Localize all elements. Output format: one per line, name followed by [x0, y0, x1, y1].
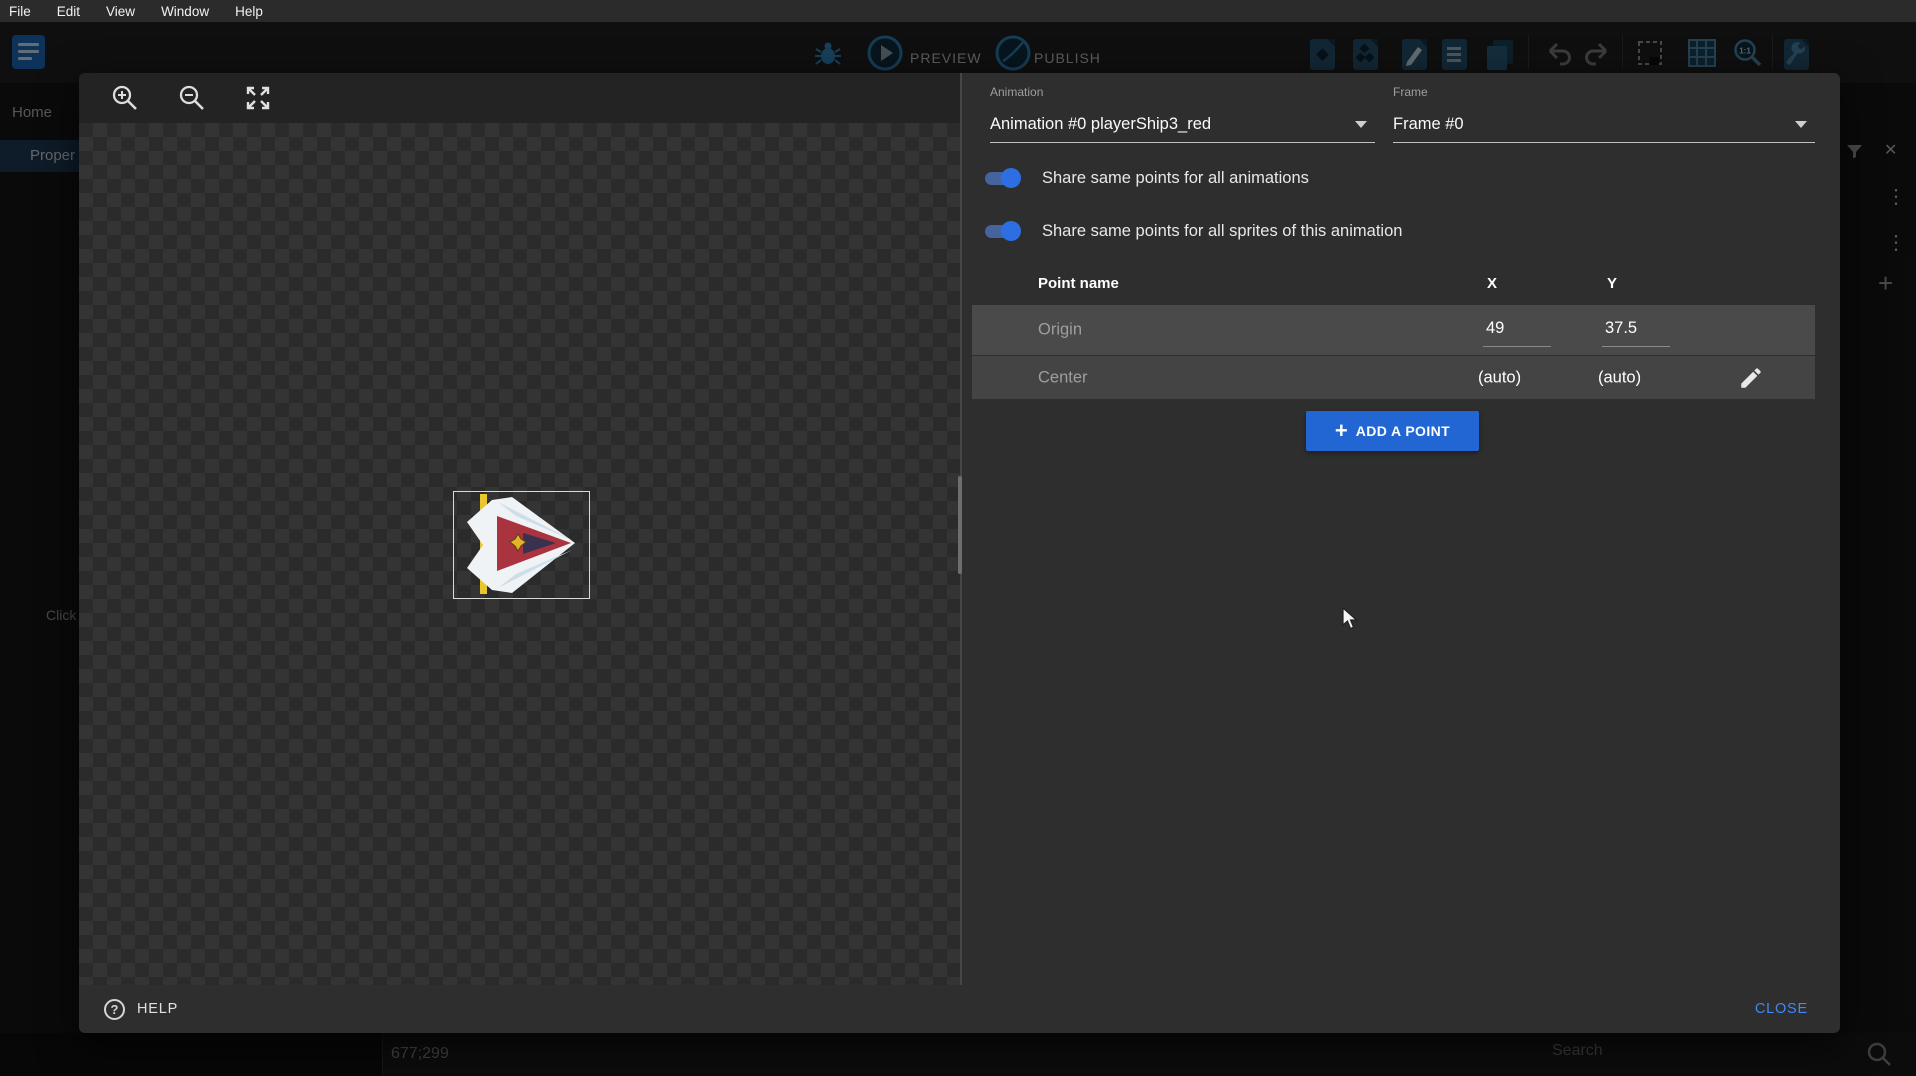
dialog-footer: ? HELP CLOSE	[79, 985, 1840, 1033]
frame-select-value: Frame #0	[1393, 115, 1464, 134]
menu-window[interactable]: Window	[161, 4, 209, 19]
column-header-x: X	[1487, 275, 1497, 292]
help-icon: ?	[104, 999, 125, 1020]
origin-y-field[interactable]: 37.5	[1602, 313, 1670, 347]
plus-icon: +	[1335, 421, 1348, 441]
point-name: Origin	[1038, 321, 1082, 340]
mouse-cursor	[1342, 607, 1360, 636]
zoom-in-icon[interactable]	[111, 84, 139, 112]
scrollbar-thumb[interactable]	[958, 476, 962, 574]
sprite-frame[interactable]	[453, 491, 590, 599]
player-ship-sprite	[454, 492, 589, 598]
animation-select-label: Animation	[990, 85, 1043, 99]
edit-point-button[interactable]	[1738, 365, 1764, 391]
frame-select[interactable]: Frame Frame #0	[1393, 85, 1815, 143]
table-row-center[interactable]: Center (auto) (auto)	[972, 356, 1815, 399]
origin-x-field[interactable]: 49	[1483, 313, 1551, 347]
menu-bar: File Edit View Window Help	[0, 0, 1916, 22]
help-button[interactable]: ? HELP	[104, 999, 178, 1020]
close-button[interactable]: CLOSE	[1755, 1001, 1808, 1017]
center-y-value: (auto)	[1598, 368, 1641, 387]
share-points-animations-row: Share same points for all animations	[983, 165, 1309, 191]
add-a-point-button[interactable]: + ADD A POINT	[1306, 411, 1479, 451]
zoom-out-icon[interactable]	[178, 84, 206, 112]
center-x-value: (auto)	[1478, 368, 1521, 387]
sprite-canvas[interactable]	[79, 73, 962, 985]
app-root: PREVIEW PUBLISH	[0, 0, 1916, 1076]
frame-select-label: Frame	[1393, 85, 1428, 99]
menu-help[interactable]: Help	[235, 4, 263, 19]
share-points-animations-toggle[interactable]	[983, 168, 1021, 188]
table-row-origin[interactable]: Origin 49 37.5	[972, 305, 1815, 355]
animation-select-value: Animation #0 playerShip3_red	[990, 115, 1211, 134]
points-panel: Animation Animation #0 playerShip3_red F…	[963, 73, 1840, 985]
canvas-toolbar	[79, 73, 962, 123]
edit-points-dialog: Animation Animation #0 playerShip3_red F…	[79, 73, 1840, 1033]
menu-view[interactable]: View	[106, 4, 135, 19]
fit-to-screen-icon[interactable]	[244, 84, 272, 112]
toggle-label: Share same points for all sprites of thi…	[1042, 222, 1402, 241]
point-name: Center	[1038, 368, 1088, 387]
menu-edit[interactable]: Edit	[57, 4, 80, 19]
toggle-label: Share same points for all animations	[1042, 169, 1309, 188]
animation-select[interactable]: Animation Animation #0 playerShip3_red	[990, 85, 1375, 143]
share-points-sprites-row: Share same points for all sprites of thi…	[983, 218, 1402, 244]
chevron-down-icon	[1795, 121, 1807, 128]
menu-file[interactable]: File	[9, 4, 31, 19]
column-header-point-name: Point name	[1038, 275, 1119, 292]
column-header-y: Y	[1607, 275, 1617, 292]
chevron-down-icon	[1355, 121, 1367, 128]
share-points-sprites-toggle[interactable]	[983, 221, 1021, 241]
